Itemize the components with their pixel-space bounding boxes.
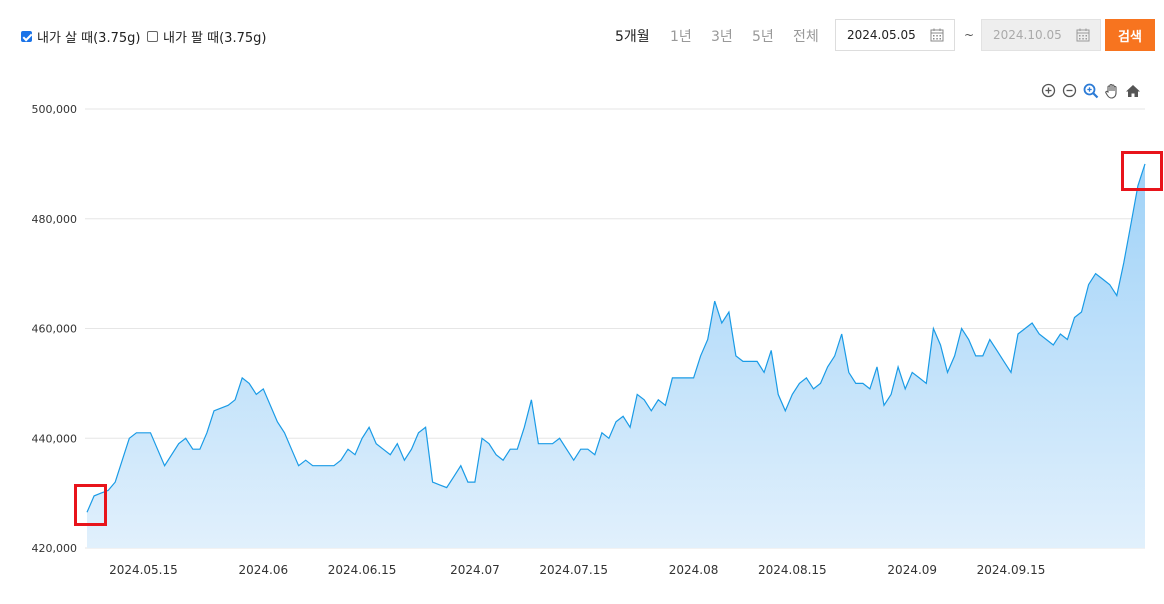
x-tick-label: 2024.09 bbox=[887, 563, 937, 577]
y-tick-label: 480,000 bbox=[32, 213, 78, 226]
x-tick-label: 2024.06 bbox=[239, 563, 289, 577]
y-tick-label: 440,000 bbox=[32, 432, 78, 445]
price-chart: 420,000 440,000 460,000 480,000 500,000 2024.… bbox=[32, 103, 1146, 577]
x-tick-label: 2024.06.15 bbox=[328, 563, 397, 577]
start-point-highlight-box bbox=[74, 484, 107, 526]
price-area-fill bbox=[87, 163, 1145, 548]
y-tick-label: 420,000 bbox=[32, 542, 78, 555]
x-tick-label: 2024.05.15 bbox=[109, 563, 178, 577]
x-tick-label: 2024.08.15 bbox=[758, 563, 827, 577]
y-tick-label: 460,000 bbox=[32, 323, 78, 336]
end-point-highlight-box bbox=[1121, 151, 1163, 191]
x-tick-label: 2024.07 bbox=[450, 563, 500, 577]
x-tick-label: 2024.07.15 bbox=[539, 563, 608, 577]
y-tick-label: 500,000 bbox=[32, 103, 78, 116]
x-tick-label: 2024.09.15 bbox=[977, 563, 1046, 577]
x-tick-label: 2024.08 bbox=[669, 563, 719, 577]
